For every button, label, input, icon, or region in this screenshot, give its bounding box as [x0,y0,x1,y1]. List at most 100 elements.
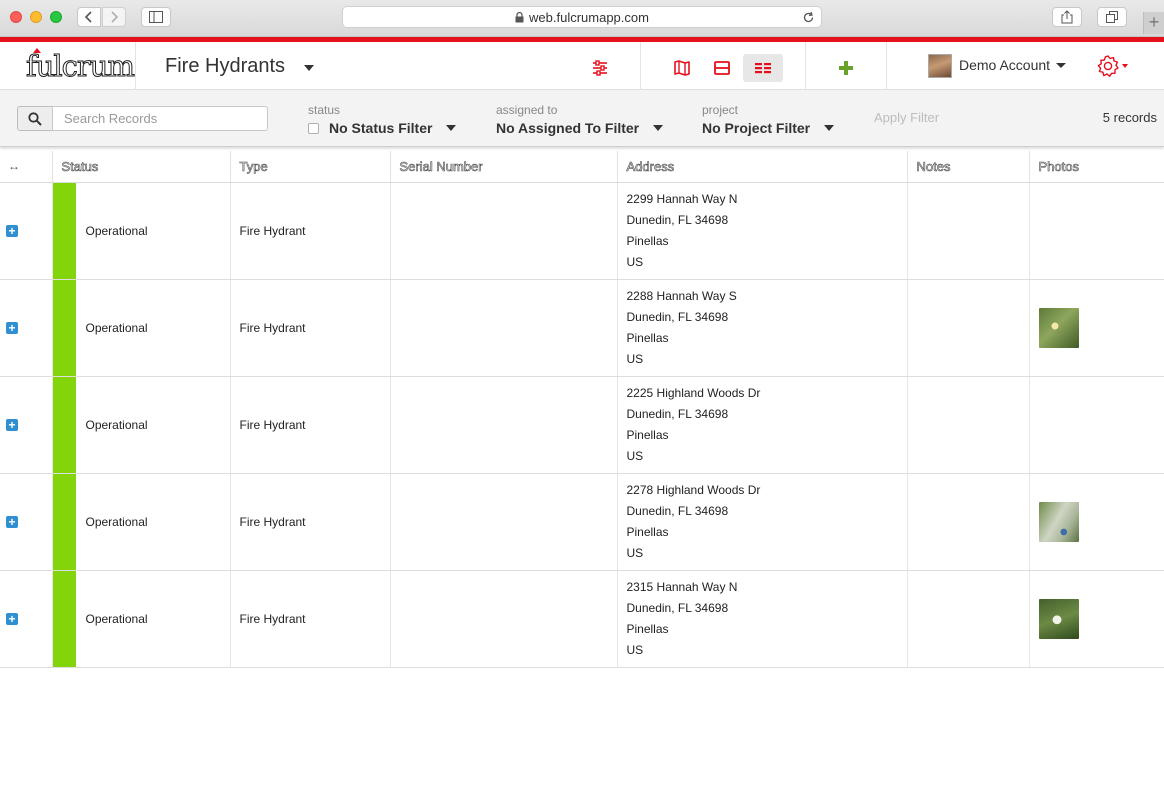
status-filter-text: No Status Filter [329,120,433,136]
address-line: 2299 Hannah Way N [626,191,738,206]
column-header-address[interactable]: Address [617,151,908,183]
chevron-right-icon [111,11,119,23]
add-record-button[interactable] [826,54,866,82]
status-filter-value[interactable]: No Status Filter [308,119,457,137]
status-filter[interactable]: status No Status Filter [308,103,457,137]
status-filter-checkbox[interactable] [308,122,319,134]
settings-chevron-down-icon [1122,64,1128,68]
address-line: Dunedin, FL 34698 [626,406,729,421]
filter-settings-button[interactable] [580,54,620,82]
apply-filter-button[interactable]: Apply Filter [874,110,939,125]
account-name[interactable]: Demo Account [959,57,1050,73]
assigned-filter[interactable]: assigned to No Assigned To Filter [496,103,664,137]
column-header-photos[interactable]: Photos [1029,151,1164,183]
status-color-swatch [52,376,76,473]
chevron-down-icon[interactable] [304,65,314,71]
show-tabs-button[interactable] [1097,7,1127,27]
app-title[interactable]: Fire Hydrants [165,55,285,78]
records-table: ↔ Status Type Serial Number Address Note… [0,151,1164,668]
photo-thumbnail[interactable] [1038,598,1079,639]
forward-button[interactable] [102,7,126,27]
share-icon [1061,10,1073,24]
show-sidebar-button[interactable] [141,7,171,27]
status-value: Operational [85,514,148,529]
address-line: US [626,448,644,463]
address-line: 2315 Hannah Way N [626,579,738,594]
column-header-type[interactable]: Type [230,151,391,183]
assigned-filter-text: No Assigned To Filter [496,120,640,136]
avatar[interactable] [928,54,952,78]
table-row[interactable]: + Operational Fire Hydrant 2278 Highland Wo… [0,473,1164,571]
minimize-window-button[interactable] [30,11,42,23]
map-view-icon [674,60,690,76]
reload-icon[interactable] [802,11,815,24]
chevron-down-icon [446,125,457,131]
type-cell: Fire Hydrant [230,182,391,280]
serial-number-cell [390,570,618,668]
address-cell: 2299 Hannah Way N Dunedin, FL 34698 Pinell… [617,182,908,280]
column-header-serial-number[interactable]: Serial Number [390,151,618,183]
column-header-status[interactable]: Status [52,151,231,183]
filter-bar: status No Status Filter assigned to No A… [0,90,1164,147]
status-cell: Operational [52,570,231,668]
search-input[interactable] [52,106,268,131]
address-line: Dunedin, FL 34698 [626,600,729,615]
address-cell: 2225 Highland Woods Dr Dunedin, FL 34698 P… [617,376,908,474]
serial-number-cell [390,473,618,571]
resize-columns-handle[interactable]: ↔ [0,151,53,183]
table-row[interactable]: + Operational Fire Hydrant 2225 Highland Wo… [0,376,1164,474]
expand-row-icon[interactable]: + [6,515,18,528]
expand-cell: + [0,182,53,280]
table-row[interactable]: + Operational Fire Hydrant 2288 Hannah Way … [0,279,1164,377]
expand-row-icon[interactable]: + [6,224,18,237]
expand-cell: + [0,473,53,571]
status-value: Operational [85,417,148,432]
photos-cell [1029,473,1164,571]
account-chevron-down-icon[interactable] [1056,63,1066,68]
map-view-button[interactable] [662,54,702,82]
type-cell: Fire Hydrant [230,279,391,377]
notes-cell [907,570,1030,668]
close-window-button[interactable] [10,11,22,23]
assigned-filter-value[interactable]: No Assigned To Filter [496,119,664,137]
project-filter[interactable]: project No Project Filter [702,103,835,137]
split-view-button[interactable] [702,54,742,82]
expand-cell: + [0,570,53,668]
status-cell: Operational [52,182,231,280]
column-header-notes[interactable]: Notes [907,151,1030,183]
address-line: US [626,642,644,657]
share-button[interactable] [1052,7,1082,27]
table-view-button[interactable] [743,54,783,82]
address-bar[interactable]: web.fulcrumapp.com [342,6,822,28]
address-line: Pinellas [626,524,669,539]
header-divider [886,42,887,90]
sidebar-icon [149,11,163,23]
project-filter-label: project [702,103,739,117]
new-tab-button[interactable]: + [1143,12,1164,34]
photo-thumbnail[interactable] [1038,307,1079,348]
expand-row-icon[interactable]: + [6,321,18,334]
table-row[interactable]: + Operational Fire Hydrant 2299 Hannah Way … [0,182,1164,280]
status-value: Operational [85,223,148,238]
zoom-window-button[interactable] [50,11,62,23]
browser-toolbar: web.fulcrumapp.com + [0,0,1164,37]
settings-button[interactable] [1096,54,1132,78]
photo-thumbnail[interactable] [1038,501,1079,542]
fulcrum-logo[interactable]: fulcrum [26,50,136,83]
url-text: web.fulcrumapp.com [529,9,649,25]
status-color-swatch [52,473,76,570]
expand-row-icon[interactable]: + [6,612,18,625]
expand-cell: + [0,376,53,474]
address-cell: 2288 Hannah Way S Dunedin, FL 34698 Pinell… [617,279,908,377]
search-button[interactable] [17,106,53,131]
assigned-filter-label: assigned to [496,103,558,117]
address-line: Pinellas [626,621,669,636]
back-button[interactable] [77,7,101,27]
expand-row-icon[interactable]: + [6,418,18,431]
table-row[interactable]: + Operational Fire Hydrant 2315 Hannah Way … [0,570,1164,668]
add-record-icon [839,61,853,75]
address-cell: 2278 Highland Woods Dr Dunedin, FL 34698 P… [617,473,908,571]
project-filter-text: No Project Filter [702,120,811,136]
project-filter-value[interactable]: No Project Filter [702,119,835,137]
address-line: 2278 Highland Woods Dr [626,482,761,497]
